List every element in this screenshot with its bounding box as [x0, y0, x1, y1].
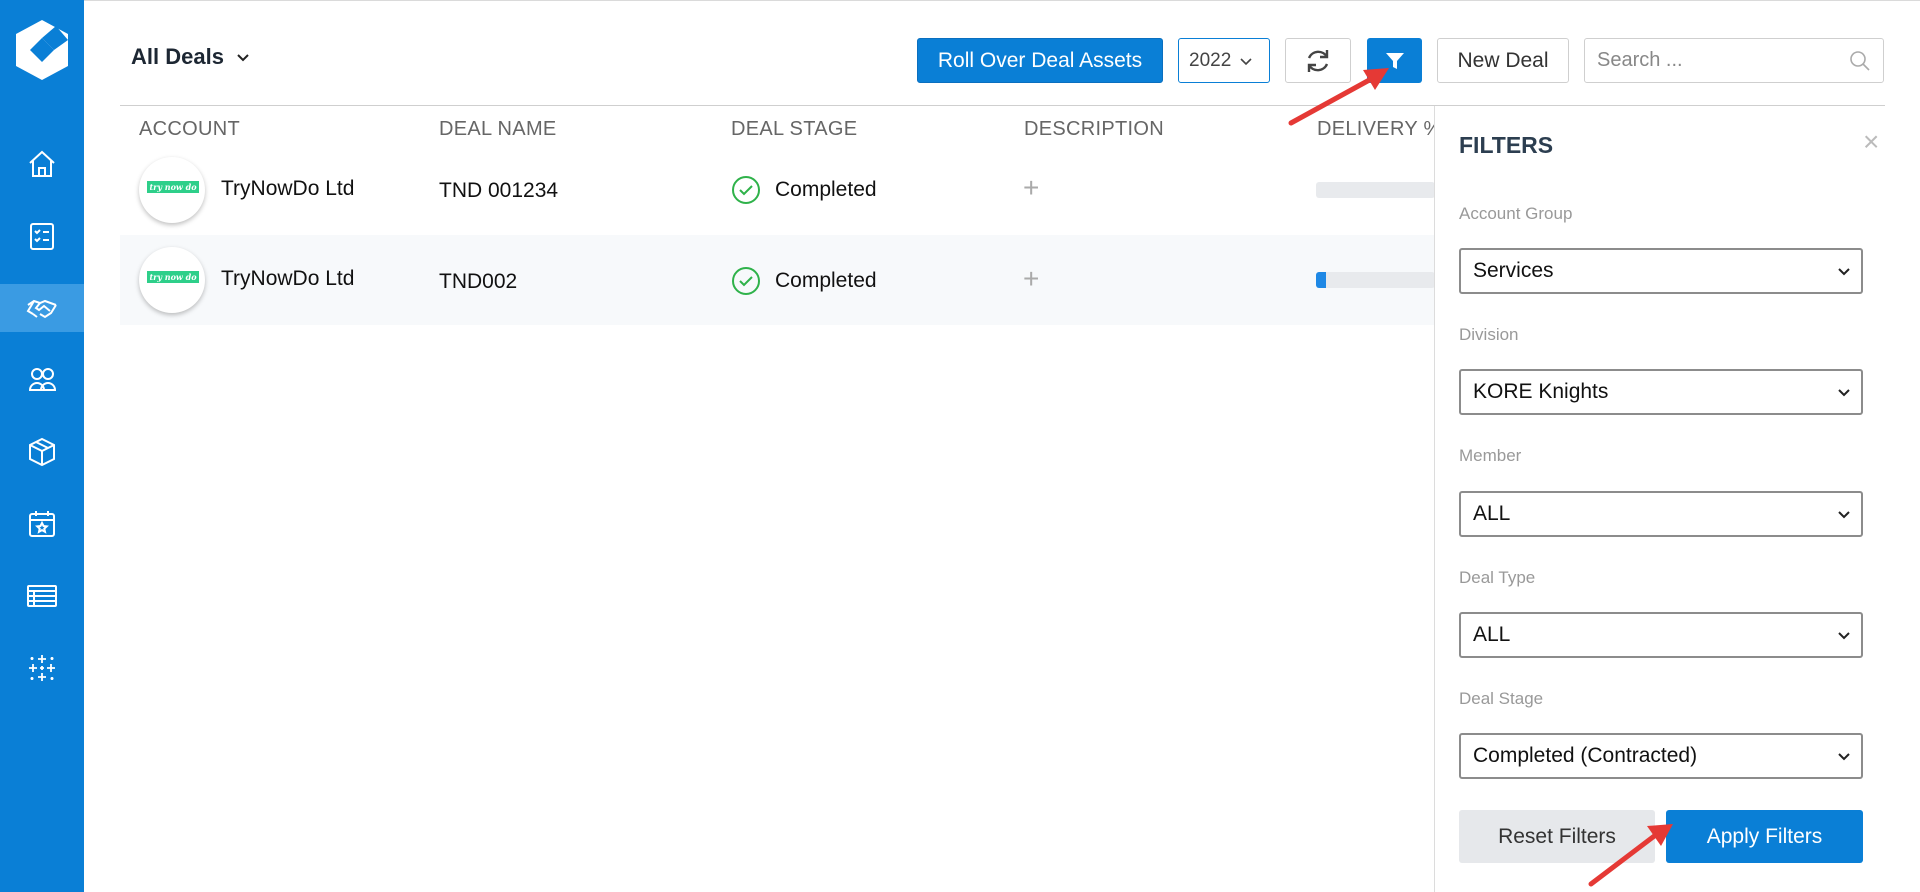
column-header-delivery[interactable]: DELIVERY %	[1317, 118, 1442, 141]
year-value: 2022	[1189, 49, 1232, 71]
deal-name[interactable]: TND002	[439, 270, 517, 294]
deal-type-select[interactable]: ALL	[1459, 612, 1863, 658]
column-header-deal-stage[interactable]: DEAL STAGE	[731, 118, 857, 141]
filters-panel: FILTERS × Account Group Services Divisio…	[1434, 106, 1920, 892]
division-select[interactable]: KORE Knights	[1459, 369, 1863, 415]
account-logo: try now do	[139, 157, 205, 223]
search-icon	[1850, 50, 1870, 71]
account-name[interactable]: TryNowDo Ltd	[221, 177, 354, 201]
app-logo[interactable]	[8, 16, 76, 84]
refresh-button[interactable]	[1285, 38, 1351, 83]
deal-stage-select[interactable]: Completed (Contracted)	[1459, 733, 1863, 779]
delivery-progress-bar	[1316, 272, 1435, 288]
chevron-down-icon	[1838, 753, 1850, 761]
account-logo: try now do	[139, 247, 205, 313]
deal-stage-label: Completed	[775, 178, 877, 201]
column-header-description[interactable]: DESCRIPTION	[1024, 118, 1164, 141]
filters-title: FILTERS	[1459, 132, 1554, 158]
account-group-select[interactable]: Services	[1459, 248, 1863, 294]
chevron-down-icon	[237, 54, 249, 62]
deal-stage-filter-label: Deal Stage	[1459, 689, 1544, 708]
tasks-icon[interactable]	[0, 212, 84, 260]
check-circle-icon	[732, 176, 760, 204]
page-title[interactable]: All Deals	[131, 44, 252, 70]
division-label: Division	[1459, 325, 1519, 344]
year-select[interactable]: 2022	[1178, 38, 1270, 83]
new-deal-button[interactable]: New Deal	[1437, 38, 1569, 83]
filter-button[interactable]	[1367, 38, 1422, 83]
contacts-icon[interactable]	[0, 356, 84, 404]
filter-icon	[1385, 52, 1404, 69]
roll-over-deal-assets-button[interactable]: Roll Over Deal Assets	[917, 38, 1163, 83]
account-group-label: Account Group	[1459, 204, 1573, 223]
apply-filters-button[interactable]: Apply Filters	[1666, 810, 1863, 863]
check-circle-icon	[732, 267, 760, 295]
sparkle-icon[interactable]	[0, 644, 84, 692]
column-header-deal-name[interactable]: DEAL NAME	[439, 118, 557, 141]
deal-stage-label: Completed	[775, 269, 877, 292]
chevron-down-icon	[1838, 511, 1850, 519]
account-name[interactable]: TryNowDo Ltd	[221, 267, 354, 291]
table-row[interactable]: try now do TryNowDo Ltd TND002 Completed…	[120, 235, 1435, 325]
search-input[interactable]	[1597, 49, 1837, 72]
table-icon[interactable]	[0, 572, 84, 620]
chevron-down-icon	[1240, 57, 1252, 65]
search-box[interactable]	[1584, 38, 1884, 83]
chevron-down-icon	[1838, 268, 1850, 276]
delivery-progress-fill	[1316, 272, 1326, 288]
refresh-icon	[1307, 49, 1329, 72]
inventory-icon[interactable]	[0, 428, 84, 476]
sidebar	[0, 0, 84, 892]
calendar-icon[interactable]	[0, 500, 84, 548]
column-header-account[interactable]: ACCOUNT	[139, 118, 240, 141]
table-row[interactable]: try now do TryNowDo Ltd TND 001234 Compl…	[120, 145, 1435, 235]
reset-filters-button[interactable]: Reset Filters	[1459, 810, 1655, 863]
deal-stage: Completed	[731, 175, 877, 205]
deal-name[interactable]: TND 001234	[439, 179, 558, 203]
member-select[interactable]: ALL	[1459, 491, 1863, 537]
add-description-icon[interactable]: +	[1023, 172, 1039, 204]
close-icon[interactable]: ×	[1863, 126, 1879, 158]
top-border	[84, 0, 1920, 1]
home-icon[interactable]	[0, 140, 84, 188]
deal-type-label: Deal Type	[1459, 568, 1536, 587]
add-description-icon[interactable]: +	[1023, 263, 1039, 295]
delivery-progress-bar	[1316, 182, 1435, 198]
page-title-label: All Deals	[131, 44, 224, 69]
deals-icon[interactable]	[0, 284, 84, 332]
member-label: Member	[1459, 446, 1522, 465]
deal-stage: Completed	[731, 266, 877, 296]
chevron-down-icon	[1838, 632, 1850, 640]
chevron-down-icon	[1838, 389, 1850, 397]
